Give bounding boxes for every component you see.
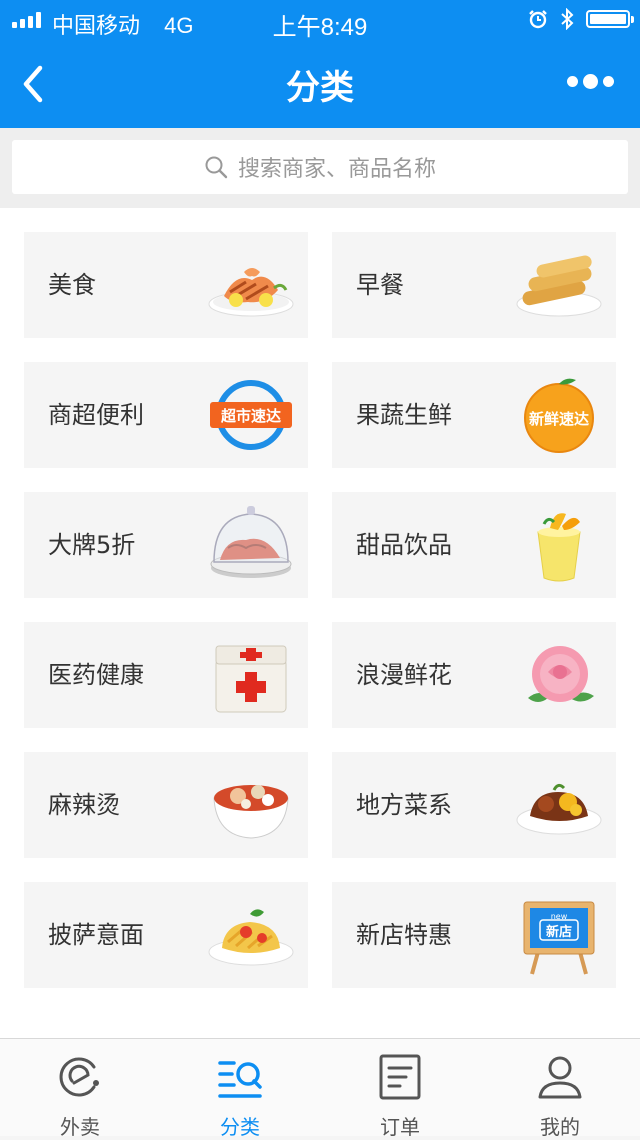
category-card-flowers[interactable]: 浪漫鲜花 <box>332 622 616 728</box>
badge-text: 超市速达 <box>220 407 281 425</box>
badge-text: 新鲜速达 <box>529 410 589 428</box>
category-card-local-cuisine[interactable]: 地方菜系 <box>332 752 616 858</box>
category-grid: 美食 早餐 商超便利 超市速达 果蔬生鲜 新鲜速达 大牌5折 甜品饮品 医药健康… <box>24 232 616 988</box>
grilled-salmon-icon <box>208 268 294 317</box>
top-bar: 中国移动 4G 上午8:49 分类 <box>0 0 640 128</box>
category-card-malatang[interactable]: 麻辣烫 <box>24 752 308 858</box>
category-card-dessert-drinks[interactable]: 甜品饮品 <box>332 492 616 598</box>
nav-bar: 分类 <box>0 40 640 128</box>
new-store-sign-icon: new 新店 <box>523 901 595 975</box>
category-content: 美食 早餐 商超便利 超市速达 果蔬生鲜 新鲜速达 大牌5折 甜品饮品 医药健康… <box>0 208 640 1038</box>
status-bar: 中国移动 4G 上午8:49 <box>0 0 640 41</box>
badge-top-text: new <box>551 912 568 921</box>
bluetooth-icon <box>561 8 574 30</box>
profile-icon <box>538 1056 582 1099</box>
category-card-breakfast[interactable]: 早餐 <box>332 232 616 338</box>
mango-smoothie-icon <box>537 513 581 582</box>
eleme-logo-icon <box>59 1057 99 1097</box>
search-input[interactable]: 搜索商家、商品名称 <box>12 140 628 194</box>
category-card-brand-discount[interactable]: 大牌5折 <box>24 492 308 598</box>
search-icon <box>205 156 228 179</box>
category-label: 浪漫鲜花 <box>356 661 452 689</box>
tab-takeout[interactable]: 外卖 <box>0 1039 160 1139</box>
category-card-supermarket[interactable]: 商超便利 超市速达 <box>24 362 308 468</box>
category-card-pizza-pasta[interactable]: 披萨意面 <box>24 882 308 988</box>
category-label: 甜品饮品 <box>356 531 452 559</box>
category-card-new-store[interactable]: 新店特惠 new 新店 <box>332 882 616 988</box>
tab-bar: 外卖 分类 订单 我的 <box>0 1038 640 1139</box>
battery-icon <box>586 10 634 28</box>
pink-rose-icon <box>528 646 594 702</box>
pasta-plate-icon <box>208 909 294 966</box>
category-card-food[interactable]: 美食 <box>24 232 308 338</box>
order-list-icon <box>379 1054 421 1100</box>
badge-text: 新店 <box>546 924 572 940</box>
category-label: 新店特惠 <box>356 921 452 949</box>
category-label: 医药健康 <box>48 661 144 689</box>
local-dish-icon <box>516 783 602 835</box>
category-label: 大牌5折 <box>48 531 136 559</box>
supermarket-express-icon: 超市速达 <box>210 380 292 450</box>
search-placeholder: 搜索商家、商品名称 <box>237 157 436 182</box>
category-label: 披萨意面 <box>48 921 144 949</box>
alarm-icon <box>529 10 547 29</box>
fried-dough-icon <box>516 255 602 317</box>
category-label: 早餐 <box>356 271 404 299</box>
category-label: 美食 <box>48 271 96 299</box>
first-aid-kit-icon <box>215 645 287 713</box>
category-card-medicine[interactable]: 医药健康 <box>24 622 308 728</box>
tab-category[interactable]: 分类 <box>160 1039 320 1139</box>
page-title: 分类 <box>286 68 354 108</box>
category-label: 地方菜系 <box>356 791 452 819</box>
fresh-express-icon: 新鲜速达 <box>524 378 594 453</box>
hotpot-bowl-icon <box>213 785 289 839</box>
category-card-fresh[interactable]: 果蔬生鲜 新鲜速达 <box>332 362 616 468</box>
tab-profile[interactable]: 我的 <box>480 1039 640 1139</box>
category-label: 果蔬生鲜 <box>356 401 452 429</box>
lobster-cloche-icon <box>210 506 292 578</box>
category-label: 麻辣烫 <box>48 791 120 819</box>
category-icon <box>218 1061 262 1098</box>
category-label: 商超便利 <box>48 401 144 429</box>
tab-orders[interactable]: 订单 <box>320 1039 480 1139</box>
search-area: 搜索商家、商品名称 <box>0 128 640 208</box>
more-options-button[interactable] <box>567 74 614 89</box>
